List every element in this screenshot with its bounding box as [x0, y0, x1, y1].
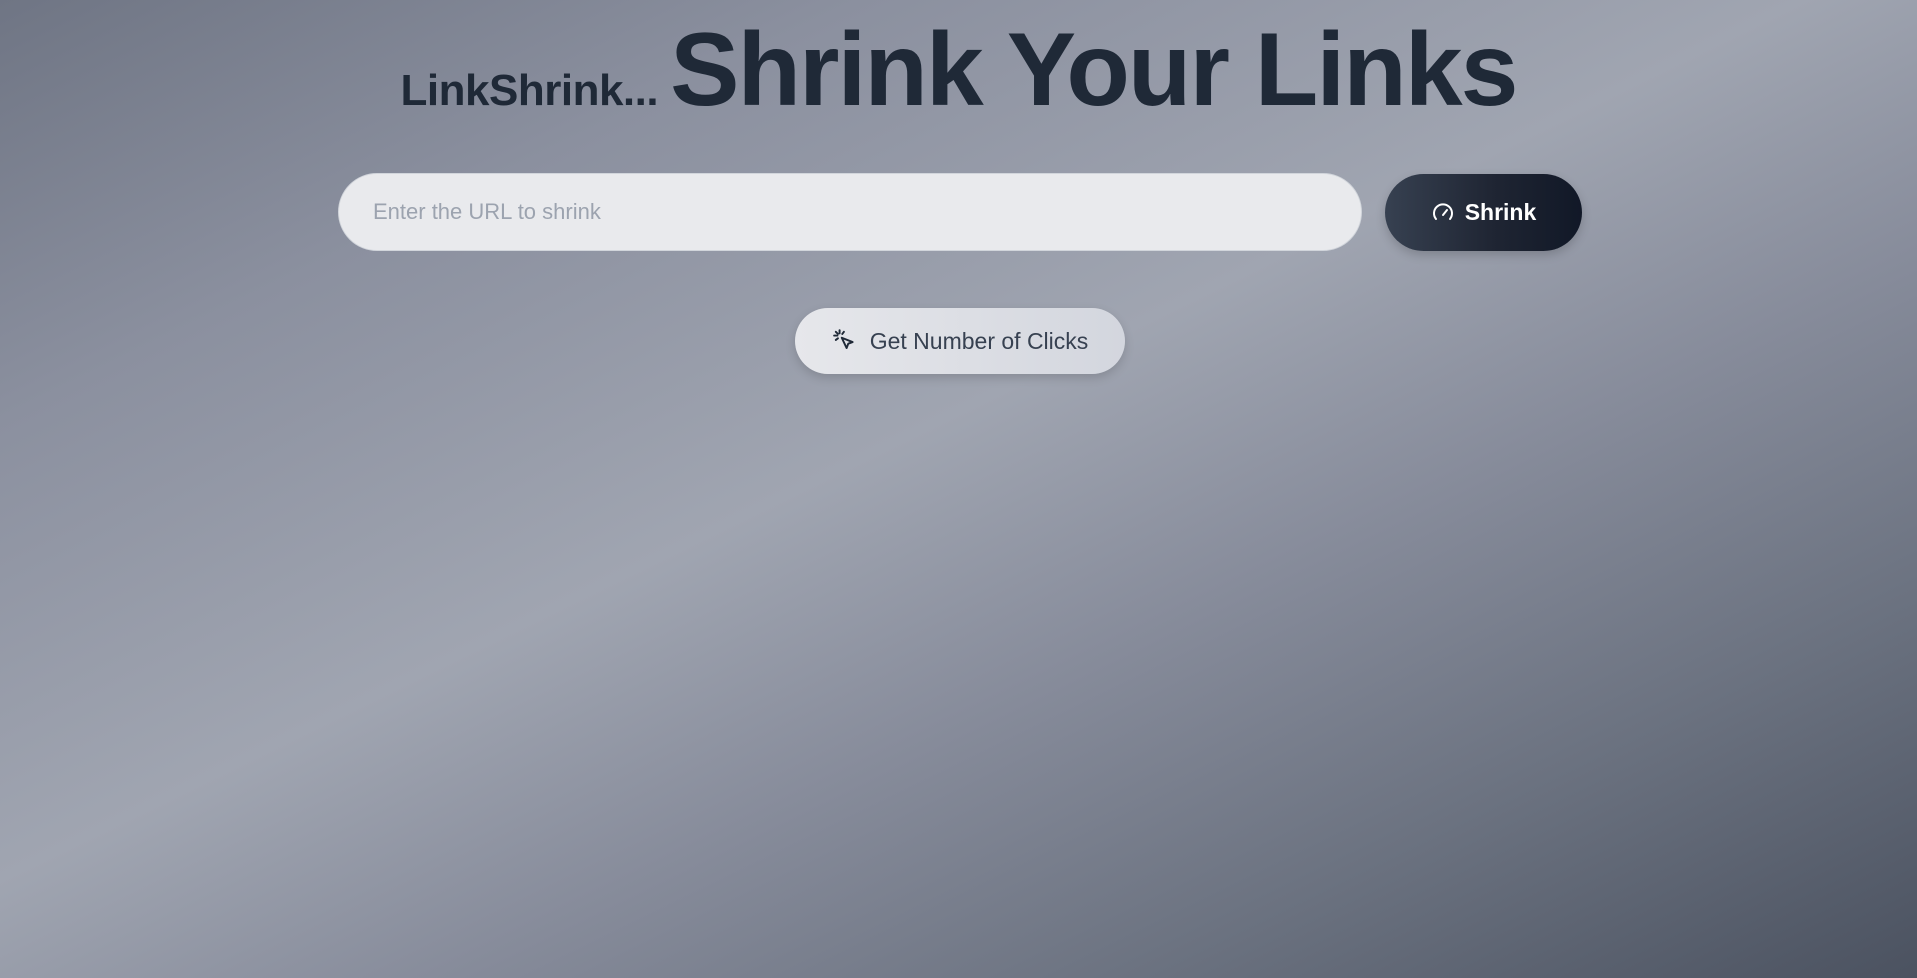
- get-clicks-label: Get Number of Clicks: [869, 327, 1089, 354]
- brand-name: LinkShrink...: [400, 66, 659, 115]
- page-title: Shrink Your Links: [670, 12, 1518, 128]
- gauge-icon: [1431, 201, 1455, 225]
- shrink-button-label: Shrink: [1464, 199, 1537, 225]
- cursor-click-icon: [832, 328, 858, 354]
- hero-heading: LinkShrink... Shrink Your Links: [0, 18, 1917, 122]
- get-clicks-button[interactable]: Get Number of Clicks: [795, 308, 1125, 374]
- shrink-button[interactable]: Shrink: [1385, 174, 1582, 251]
- url-input[interactable]: [338, 173, 1362, 251]
